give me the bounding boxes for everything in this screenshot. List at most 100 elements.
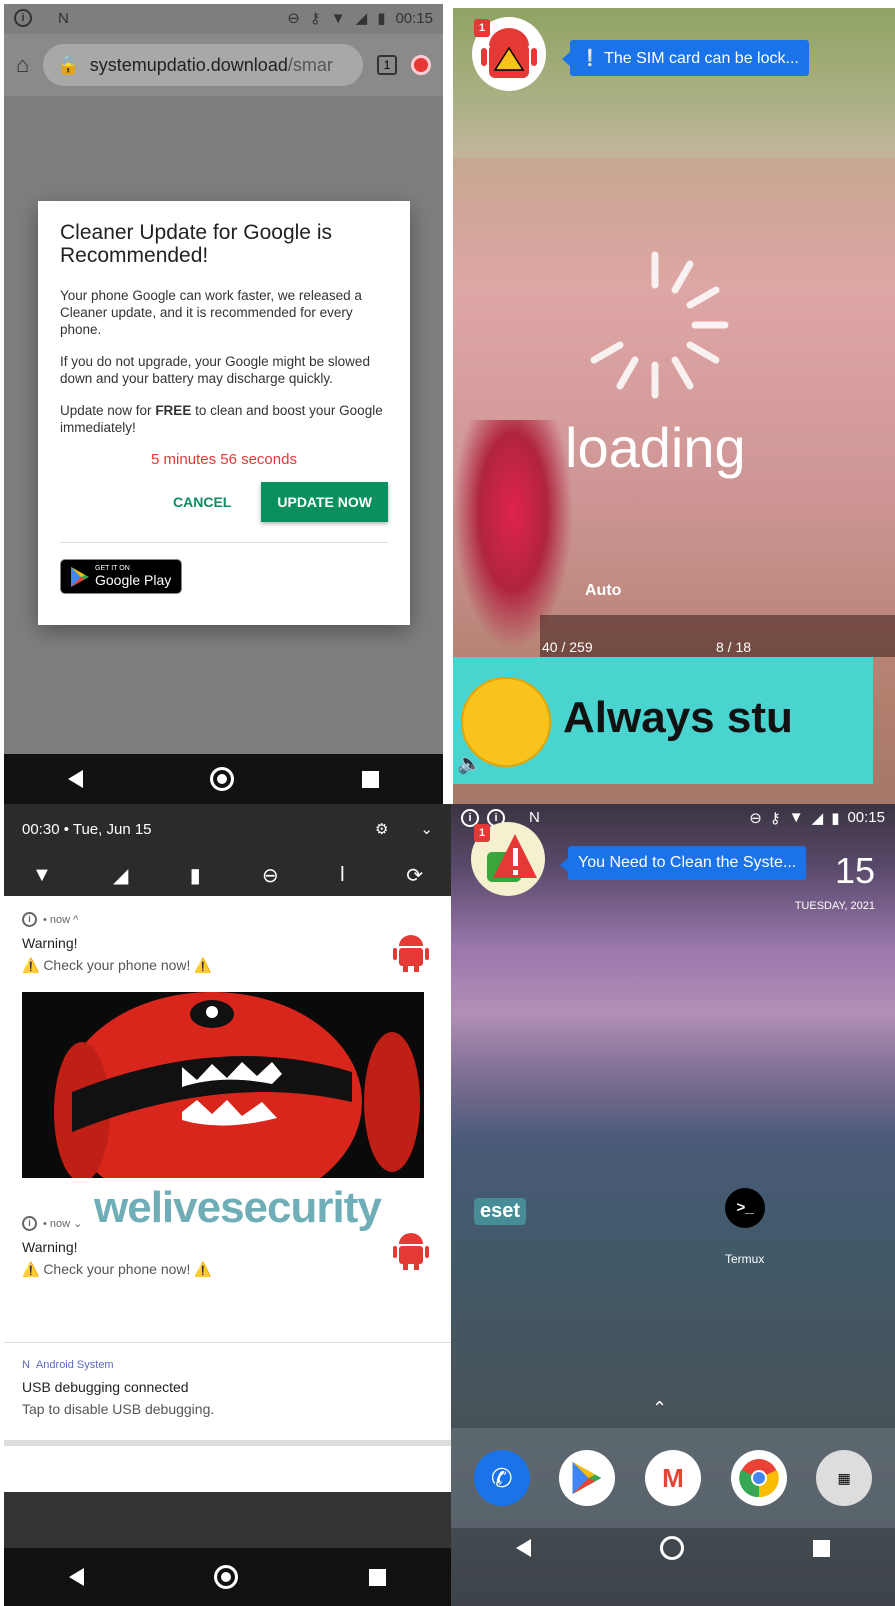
chrome-app-icon[interactable] [730, 1450, 787, 1506]
battery-icon: ▮ [377, 10, 386, 27]
info-icon: i [14, 9, 32, 27]
nav-bar [451, 1528, 895, 1568]
gplay-small: GET IT ON [95, 565, 130, 572]
n-icon: N [58, 9, 69, 27]
n1-meta: • now ^ [43, 913, 79, 926]
ad-banner[interactable]: Always stu 🔈 [453, 657, 873, 784]
key-icon: ⚷ [769, 810, 781, 827]
back-icon[interactable] [515, 1539, 531, 1557]
dialog-para3: Update now for FREE to clean and boost y… [60, 403, 383, 435]
app-drawer-chevron-icon[interactable]: ⌃ [652, 1398, 667, 1419]
n2-text: ⚠️ Check your phone now! ⚠️ [22, 1261, 212, 1277]
home-date: TUESDAY, 2021 [794, 900, 875, 912]
termux-label: Termux [725, 1252, 765, 1266]
gmail-app-icon[interactable]: M [644, 1450, 701, 1506]
n1-title: Warning! [22, 935, 78, 951]
wifi-icon: ▼ [788, 809, 804, 826]
dialog-para1: Your phone Google can work faster, we re… [60, 288, 362, 337]
divider [60, 542, 388, 543]
home-button-icon[interactable] [210, 767, 235, 791]
home-button-icon[interactable] [659, 1536, 684, 1560]
dnd-icon: ⊖ [749, 810, 762, 827]
dock-behind-shade [4, 1492, 451, 1548]
usb-title: USB debugging connected [22, 1379, 189, 1395]
ammo1-text: 40 / 259 [542, 639, 593, 655]
home-icon[interactable]: ⌂ [16, 52, 29, 78]
play-store-app-icon[interactable] [559, 1450, 616, 1506]
lock-icon: 🔒 [57, 54, 80, 75]
home-clock: 15 [834, 850, 875, 891]
n-icon: N [529, 809, 540, 826]
nav-bar [4, 1548, 451, 1606]
url-field[interactable]: 🔒 systemupdatio.download/smar [43, 44, 363, 86]
red-android-image [22, 992, 424, 1178]
loading-text: loading [565, 416, 746, 479]
info-icon: i [22, 1216, 37, 1231]
back-icon[interactable] [67, 770, 83, 788]
recents-icon[interactable] [813, 1539, 831, 1557]
folder-app-icon[interactable]: ▦ [816, 1450, 873, 1506]
dnd-toggle-icon[interactable]: ⊖ [262, 863, 279, 888]
notification-badge: 1 [474, 824, 490, 842]
extension-icon[interactable] [411, 55, 431, 75]
tabs-button[interactable]: 1 [377, 55, 397, 75]
weapon-bar[interactable]: 40 / 259 8 / 18 [540, 615, 895, 657]
phone-app-icon[interactable]: ✆ [473, 1450, 530, 1506]
dialog-para2: If you do not upgrade, your Google might… [60, 354, 370, 386]
info-icon: i [22, 912, 37, 927]
play-store-icon [71, 566, 89, 587]
android-red-icon [393, 935, 429, 972]
cancel-button[interactable]: CANCEL [173, 494, 231, 510]
countdown-timer: 5 minutes 56 seconds [151, 451, 297, 468]
home-dock: ✆ M ▦ [451, 1428, 895, 1528]
url-bar: ⌂ 🔒 systemupdatio.download/smar 1 [4, 34, 443, 96]
termux-app-icon[interactable]: >_ [725, 1188, 765, 1228]
recents-icon[interactable] [362, 770, 380, 788]
usb-text: Tap to disable USB debugging. [22, 1401, 215, 1417]
battery-saver-icon[interactable]: ▮ [190, 863, 201, 888]
expand-icon[interactable]: ⌄ [420, 820, 433, 838]
sound-icon[interactable]: 🔈 [457, 751, 482, 776]
ammo2-text: 8 / 18 [716, 639, 752, 655]
key-icon: ⚷ [309, 10, 321, 27]
wifi-toggle-icon[interactable]: ▼ [32, 864, 52, 887]
n2-title: Warning! [22, 1239, 78, 1255]
auto-label: Auto [585, 582, 622, 599]
gplay-big: Google Play [95, 572, 172, 588]
update-now-button[interactable]: UPDATE NOW [261, 482, 388, 522]
battery-icon: ▮ [831, 810, 840, 827]
flashlight-icon[interactable]: ǀ [340, 864, 345, 887]
clean-system-bubble[interactable]: You Need to Clean the Syste... [559, 846, 807, 880]
autorotate-icon[interactable]: ⟳ [406, 863, 423, 888]
n1-text: ⚠️ Check your phone now! ⚠️ [22, 957, 212, 973]
welivesecurity-watermark: welivesecurity [94, 1183, 382, 1232]
browser-screen: i N ⊖ ⚷ ▼ ◢ ▮ 00:15 ⌂ 🔒 systemupdatio.dow… [4, 4, 443, 804]
dialog-title: Cleaner Update for Google is Recommended… [60, 221, 332, 267]
notification-badge: 1 [474, 19, 490, 37]
system-app-name: Android System [35, 1359, 114, 1371]
settings-icon[interactable]: ⚙ [375, 820, 388, 838]
back-icon[interactable] [69, 1568, 85, 1586]
recents-icon[interactable] [368, 1568, 386, 1586]
google-play-badge[interactable]: GET IT ON Google Play [60, 559, 183, 594]
url-path: /smar [287, 54, 333, 75]
status-time: 00:15 [847, 809, 885, 826]
mobile-data-icon[interactable]: ◢ [113, 863, 128, 888]
signal-icon: ◢ [811, 810, 824, 827]
cleaner-dialog: Cleaner Update for Google is Recommended… [38, 201, 410, 625]
signal-icon: ◢ [355, 10, 368, 27]
status-bar: i N ⊖ ⚷ ▼ ◢ ▮ 00:15 [4, 4, 443, 32]
loading-spinner-icon [590, 251, 729, 399]
usb-debugging-notification[interactable]: N Android System USB debugging connected … [4, 1359, 451, 1439]
sim-alert-bubble[interactable]: ❕ The SIM card can be lock... [562, 40, 809, 76]
quick-settings: 00:30 • Tue, Jun 15 ⚙ ⌄ ▼ ◢ ▮ ⊖ ǀ ⟳ [4, 804, 451, 896]
android-system-icon: N [22, 1359, 30, 1371]
qs-time-date: 00:30 • Tue, Jun 15 [22, 820, 152, 838]
eset-logo: eset [474, 1198, 527, 1225]
nav-bar [4, 754, 443, 804]
dnd-icon: ⊖ [287, 10, 300, 27]
wifi-icon: ▼ [330, 9, 346, 27]
n2-meta: • now ⌄ [43, 1218, 83, 1230]
banner-text: Always stu [563, 693, 793, 742]
home-button-icon[interactable] [214, 1565, 239, 1589]
